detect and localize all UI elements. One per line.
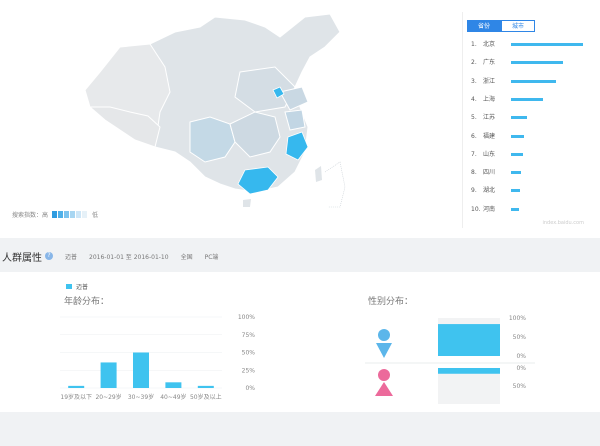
rank-index: 4. xyxy=(471,95,477,103)
map-region-hainan xyxy=(243,199,251,207)
female-ytick-label: 50% xyxy=(513,383,527,390)
rank-bar xyxy=(511,97,543,101)
bottom-band xyxy=(0,412,600,446)
rank-bar xyxy=(511,43,583,46)
page: 搜索指数：高 低 省份 城市 1. 北京 2. 广东 3. 浙江 4. 上海 5. 江苏 6. 福建 7… xyxy=(0,0,600,446)
male-ytick-label: 100% xyxy=(509,315,526,322)
rank-row[interactable]: 6. 福建 xyxy=(471,132,524,142)
rank-index: 5. xyxy=(471,114,477,122)
rank-bar xyxy=(511,189,520,193)
rank-bar xyxy=(511,171,521,175)
crowd-attributes-panel: 迈普 年龄分布： 0% 25% 50% 75% 100% 19岁及以下 20~29岁 30~3… xyxy=(0,272,600,412)
rank-row[interactable]: 9. 湖北 xyxy=(471,186,520,196)
section-header: 人群属性 ? 迈普 2016-01-01 至 2016-01-10 全国 PC端 xyxy=(0,240,600,272)
rank-name: 山东 xyxy=(483,150,496,158)
rank-index: 10. xyxy=(471,205,481,213)
rank-row[interactable]: 10. 河南 xyxy=(471,205,519,215)
male-icon xyxy=(376,329,392,358)
rank-name: 四川 xyxy=(483,169,496,177)
rank-index: 7. xyxy=(471,150,477,158)
map-region-taiwan xyxy=(315,166,322,182)
rank-tabs: 省份 城市 xyxy=(467,20,535,32)
china-map[interactable] xyxy=(40,12,420,212)
male-ytick-label: 0% xyxy=(516,353,526,360)
help-icon[interactable]: ? xyxy=(45,252,53,260)
rank-name: 上海 xyxy=(483,95,496,103)
watermark: index.baidu.com xyxy=(542,220,584,226)
meta-region: 全国 xyxy=(180,253,193,261)
search-index-legend: 搜索指数：高 低 xyxy=(12,210,98,219)
rank-index: 9. xyxy=(471,187,477,195)
rank-name: 北京 xyxy=(483,41,496,48)
rank-name: 广东 xyxy=(483,59,496,67)
rank-row[interactable]: 7. 山东 xyxy=(471,150,523,160)
rank-bar xyxy=(511,134,524,138)
region-rank-panel: 省份 城市 1. 北京 2. 广东 3. 浙江 4. 上海 5. 江苏 6. 福建 7. 山东 8. 四川 9.… xyxy=(462,12,588,228)
rank-row[interactable]: 4. 上海 xyxy=(471,95,543,105)
rank-row[interactable]: 1. 北京 xyxy=(471,40,583,50)
female-bar xyxy=(438,368,500,374)
rank-bar xyxy=(511,207,519,211)
rank-bar xyxy=(511,152,523,156)
male-ytick-label: 50% xyxy=(513,334,527,341)
meta-keyword: 迈普 xyxy=(65,253,78,261)
tab-city[interactable]: 城市 xyxy=(501,20,535,32)
rank-index: 2. xyxy=(471,59,477,67)
rank-index: 8. xyxy=(471,169,477,177)
legend-swatches xyxy=(52,211,88,218)
tab-province[interactable]: 省份 xyxy=(467,20,501,32)
rank-name: 江苏 xyxy=(483,114,496,122)
female-icon xyxy=(375,369,393,396)
rank-row[interactable]: 2. 广东 xyxy=(471,58,563,68)
legend-high-label: 搜索指数：高 xyxy=(12,212,49,219)
meta-date-range: 2016-01-01 至 2016-01-10 xyxy=(89,253,169,261)
rank-bar xyxy=(511,61,563,65)
south-sea-islands xyxy=(324,161,346,208)
region-map-panel: 搜索指数：高 低 省份 城市 1. 北京 2. 广东 3. 浙江 4. 上海 5. 江苏 6. 福建 7… xyxy=(0,0,600,238)
rank-index: 6. xyxy=(471,132,477,140)
meta-device: PC端 xyxy=(204,253,219,261)
rank-bar xyxy=(511,79,556,83)
rank-index: 1. xyxy=(471,41,477,48)
male-bar xyxy=(438,324,500,356)
rank-row[interactable]: 5. 江苏 xyxy=(471,113,527,123)
rank-bar xyxy=(511,116,527,120)
rank-row[interactable]: 3. 浙江 xyxy=(471,77,556,87)
section-title: 人群属性 xyxy=(2,252,42,264)
rank-index: 3. xyxy=(471,77,477,85)
gender-chart: 0% 50% 100% 0% 50% xyxy=(365,315,535,404)
rank-name: 浙江 xyxy=(483,77,496,85)
rank-name: 河南 xyxy=(483,205,496,213)
rank-name: 福建 xyxy=(483,132,496,140)
rank-name: 湖北 xyxy=(483,187,496,195)
rank-row[interactable]: 8. 四川 xyxy=(471,168,521,178)
female-ytick-label: 0% xyxy=(516,365,526,372)
legend-low-label: 低 xyxy=(92,212,99,219)
